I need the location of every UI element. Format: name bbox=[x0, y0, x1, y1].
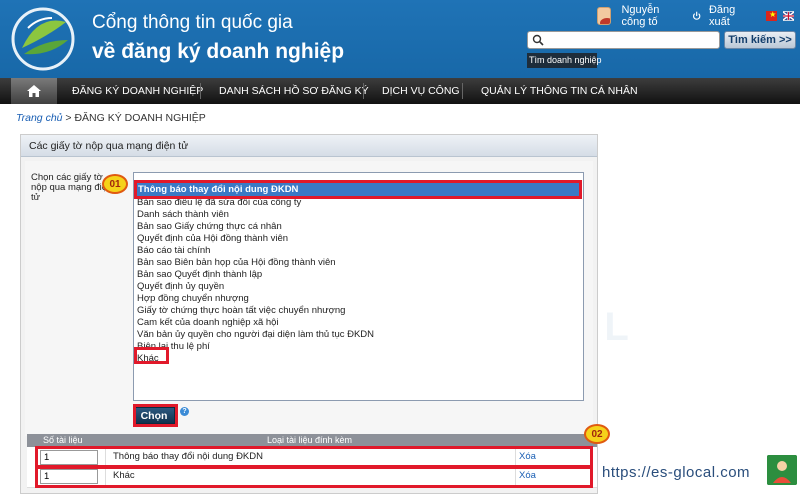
site-url-watermark: https://es-glocal.com bbox=[602, 464, 751, 481]
nav-separator bbox=[462, 83, 463, 99]
home-icon bbox=[27, 85, 41, 97]
highlight-table-row bbox=[35, 446, 593, 468]
nav-separator bbox=[200, 83, 201, 99]
listbox-option[interactable]: Bản sao Quyết định thành lập bbox=[137, 269, 262, 280]
highlight-table-row bbox=[35, 466, 593, 488]
site-logo-icon[interactable] bbox=[8, 6, 78, 72]
listbox-option[interactable]: Quyết định ủy quyền bbox=[137, 281, 224, 292]
listbox-option[interactable]: Báo cáo tài chính bbox=[137, 245, 210, 256]
panel-title: Các giấy tờ nộp qua mạng điện tử bbox=[21, 135, 597, 157]
user-name-link[interactable]: Nguyễn công tố bbox=[621, 4, 681, 28]
listbox-option[interactable]: Bản sao Biên bản họp của Hội đồng thành … bbox=[137, 257, 336, 268]
vietnam-flag-icon[interactable] bbox=[766, 10, 778, 21]
highlight-other-option bbox=[134, 347, 169, 364]
nav-item-register[interactable]: ĐĂNG KÝ DOANH NGHIỆP bbox=[72, 78, 203, 104]
listbox-option[interactable]: Hợp đồng chuyển nhượng bbox=[137, 293, 249, 304]
annotation-badge-2: 02 bbox=[584, 424, 610, 444]
listbox-option[interactable]: Cam kết của doanh nghiệp xã hội bbox=[137, 317, 279, 328]
site-header: Cổng thông tin quốc gia về đăng ký doanh… bbox=[0, 0, 800, 78]
logout-link[interactable]: Đăng xuất bbox=[709, 4, 748, 28]
listbox-option[interactable]: Quyết định của Hội đồng thành viên bbox=[137, 233, 288, 244]
home-button[interactable] bbox=[11, 78, 57, 104]
breadcrumb-home-link[interactable]: Trang chủ bbox=[16, 112, 63, 124]
listbox-option[interactable]: Giấy tờ chứng thực hoàn tất việc chuyển … bbox=[137, 305, 345, 316]
nav-item-public-service[interactable]: DỊCH VỤ CÔNG bbox=[382, 78, 460, 104]
search-icon bbox=[532, 34, 544, 46]
listbox-option[interactable]: Bản sao Giấy chứng thực cá nhân bbox=[137, 221, 282, 232]
breadcrumb-current: ĐĂNG KÝ DOANH NGHIỆP bbox=[74, 112, 206, 124]
main-nav: ĐĂNG KÝ DOANH NGHIỆP DANH SÁCH HỒ SƠ ĐĂN… bbox=[0, 78, 800, 104]
search-tooltip: Tìm doanh nghiệp bbox=[527, 53, 602, 68]
highlight-selected-option bbox=[134, 180, 582, 199]
listbox-option[interactable]: Văn bản ủy quyền cho người đại diện làm … bbox=[137, 329, 374, 340]
site-title-line2: về đăng ký doanh nghiệp bbox=[92, 40, 345, 63]
power-icon[interactable] bbox=[692, 10, 701, 22]
listbox-option[interactable]: Danh sách thành viên bbox=[137, 209, 229, 220]
column-header-type: Loại tài liệu đính kèm bbox=[267, 435, 353, 445]
nav-separator bbox=[363, 83, 364, 99]
uk-flag-icon[interactable] bbox=[783, 11, 794, 21]
column-header-number: Số tài liệu bbox=[43, 435, 83, 445]
breadcrumb: Trang chủ > ĐĂNG KÝ DOANH NGHIỆP bbox=[16, 112, 206, 124]
user-avatar-icon bbox=[597, 7, 612, 25]
search-input[interactable] bbox=[527, 31, 720, 49]
breadcrumb-separator: > bbox=[62, 112, 75, 124]
highlight-choose-button bbox=[133, 404, 178, 427]
search-button[interactable]: Tìm kiếm >> bbox=[724, 31, 796, 49]
user-bar: Nguyễn công tố Đăng xuất bbox=[597, 4, 800, 28]
nav-item-dossier-list[interactable]: DANH SÁCH HỒ SƠ ĐĂNG KÝ bbox=[219, 78, 369, 104]
documents-listbox[interactable]: Thông báo thay đổi nội dung ĐKDN Bản sao… bbox=[133, 172, 584, 401]
support-person-icon[interactable] bbox=[767, 455, 797, 485]
page: Cổng thông tin quốc gia về đăng ký doanh… bbox=[0, 0, 800, 494]
help-icon[interactable]: ? bbox=[180, 407, 189, 416]
nav-item-personal-info[interactable]: QUẢN LÝ THÔNG TIN CÁ NHÂN bbox=[481, 78, 638, 104]
annotation-badge-1: 01 bbox=[102, 174, 128, 194]
site-title-line1: Cổng thông tin quốc gia bbox=[92, 12, 293, 33]
